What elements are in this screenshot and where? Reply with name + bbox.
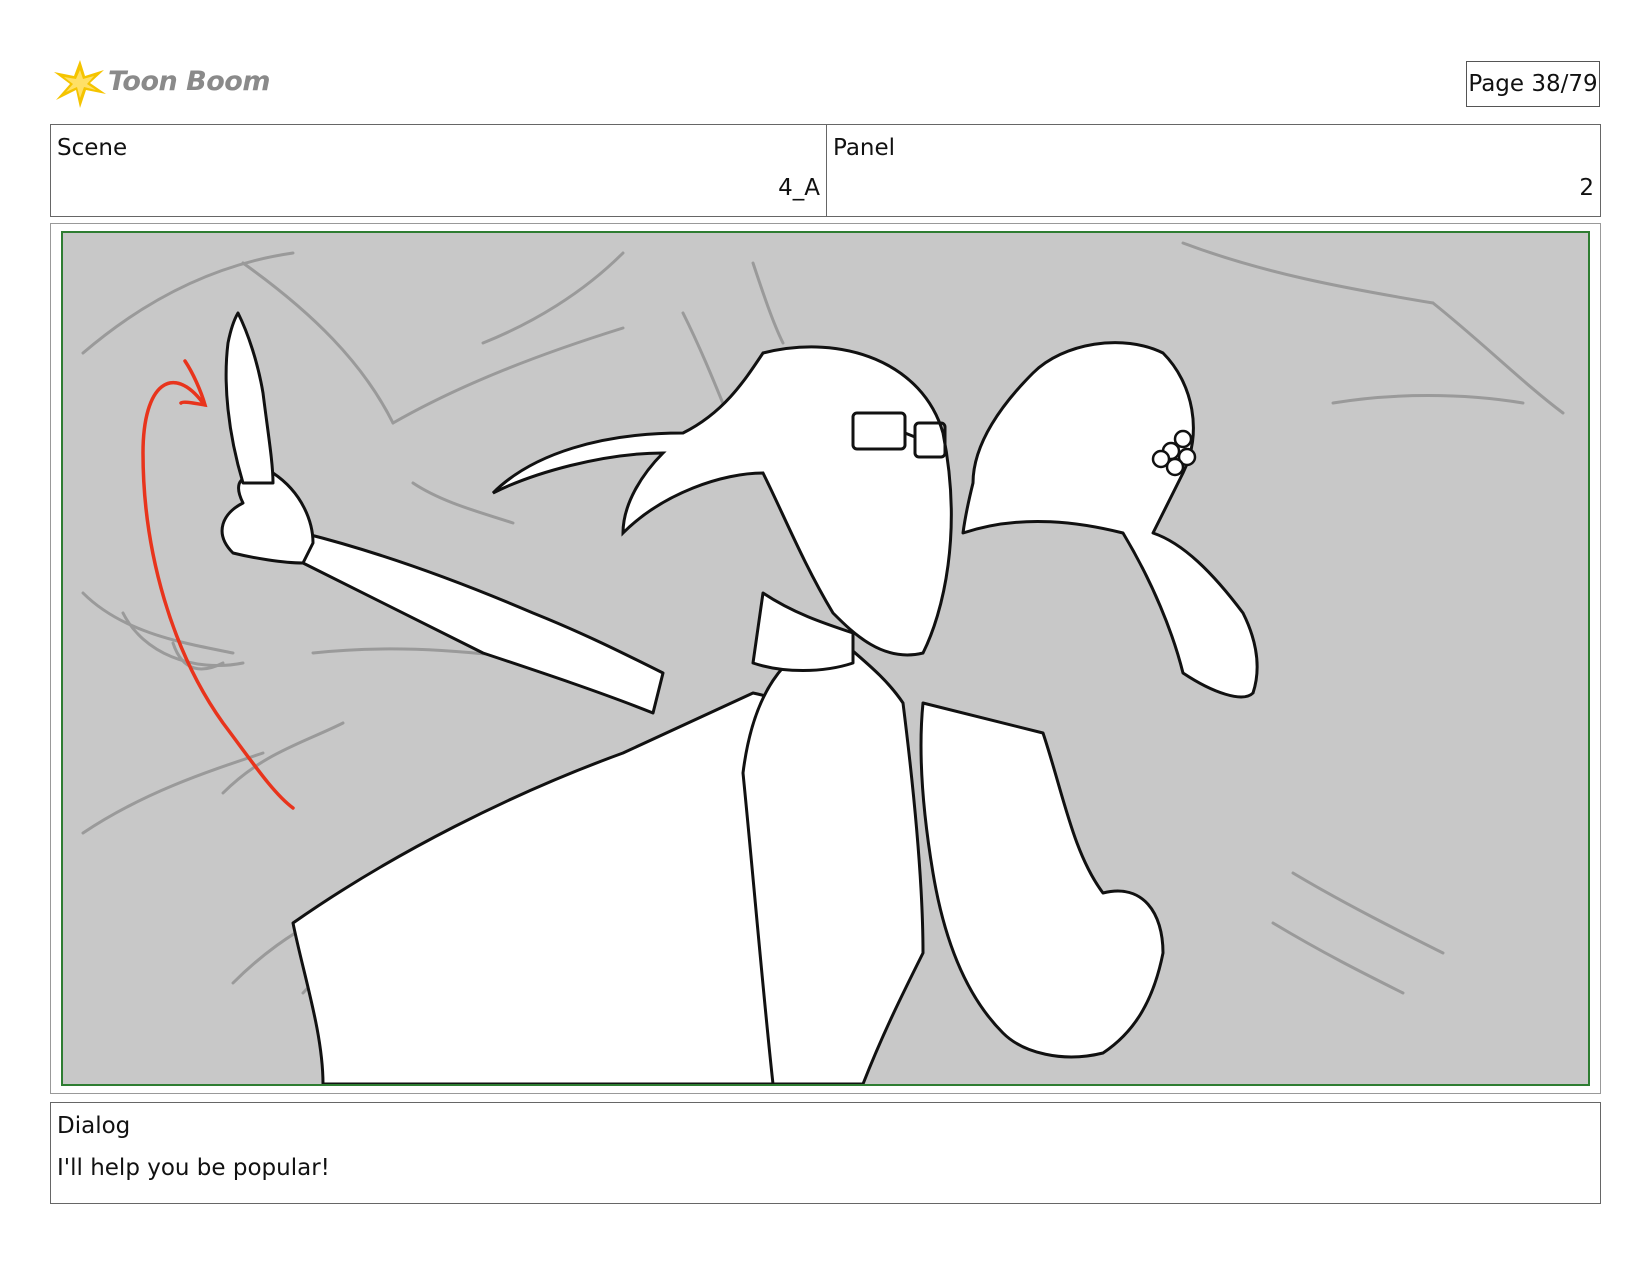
motion-arrow [141, 359, 295, 810]
panel-label: Panel [833, 135, 896, 161]
scene-panel-row: Scene 4_A Panel 2 [50, 124, 1601, 217]
raised-leg [220, 311, 665, 715]
panel-value: 2 [1579, 175, 1594, 201]
storyboard-sketch [81, 241, 1565, 1084]
scene-label: Scene [57, 135, 128, 161]
page-number: Page 38/79 [1466, 61, 1600, 107]
dialog-box: Dialog I'll help you be popular! [50, 1102, 1601, 1204]
logo-text: Toon Boom [108, 66, 270, 97]
toon-boom-logo: Toon Boom [52, 56, 270, 112]
character-right [919, 341, 1259, 1059]
scene-value: 4_A [778, 175, 820, 201]
storyboard-frame [50, 223, 1601, 1094]
storyboard-drawing-area [61, 231, 1590, 1086]
dialog-label: Dialog [57, 1113, 131, 1139]
panel-cell: Panel 2 [827, 125, 1600, 216]
scene-cell: Scene 4_A [51, 125, 827, 216]
dialog-text: I'll help you be popular! [57, 1155, 330, 1181]
page-number-label: Page 38/79 [1468, 71, 1598, 97]
star-burst-icon [54, 60, 106, 108]
left-character-hair [491, 345, 953, 657]
